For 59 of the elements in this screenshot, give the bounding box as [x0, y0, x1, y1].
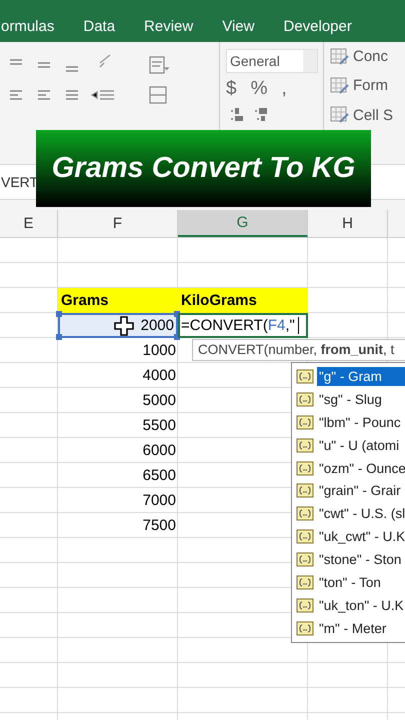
selection-handle[interactable] — [56, 334, 62, 340]
function-tooltip: CONVERT(number, from_unit, t — [192, 339, 405, 361]
ribbon-tab[interactable]: View — [222, 18, 254, 34]
selection-handle[interactable] — [56, 311, 62, 317]
autocomplete-item[interactable]: "uk_ton" - U.K — [292, 594, 405, 617]
column-header[interactable]: G — [178, 210, 308, 237]
table-cell-text: 7000 — [142, 492, 177, 509]
styles-button[interactable]: Conc — [353, 48, 388, 66]
autocomplete-item[interactable]: "lbm" - Pounc — [292, 410, 405, 434]
number-format-button[interactable]: , — [281, 78, 287, 100]
constant-icon — [296, 483, 314, 498]
constant-icon — [296, 506, 314, 522]
constant-icon — [296, 574, 314, 590]
column-header[interactable]: H — [308, 210, 388, 237]
selected-cell[interactable]: 2000 — [58, 313, 178, 338]
autocomplete-item[interactable]: "sg" - Slug — [292, 388, 405, 411]
autocomplete-item[interactable]: "stone" - Ston — [292, 548, 405, 572]
autocomplete-item[interactable]: "uk_cwt" - U.K — [292, 525, 405, 548]
autocomplete-item[interactable]: "m" - Meter — [292, 616, 405, 640]
table-style-icon — [330, 106, 350, 124]
table-cell-text: 6000 — [142, 442, 177, 459]
table-cell-text: 2000 — [140, 317, 175, 334]
autocomplete-item[interactable]: "ozm" - Ounce — [292, 456, 405, 480]
table-cell: Grams — [58, 288, 178, 313]
constant-icon — [296, 438, 314, 453]
autocomplete-item[interactable]: "ton" - Ton — [292, 571, 405, 594]
number-format-dropdown[interactable]: General — [226, 48, 318, 73]
table-cell-text: 5500 — [142, 417, 177, 434]
constant-icon — [296, 392, 314, 407]
ribbon-tab[interactable]: ormulas — [1, 18, 54, 34]
table-cell-text: 5000 — [142, 392, 177, 409]
ribbon-tab[interactable]: Data — [83, 18, 116, 34]
autocomplete-item[interactable]: "cwt" - U.S. (sl — [292, 502, 405, 526]
ribbon-tab[interactable]: Review — [144, 18, 194, 34]
table-style-icon — [330, 48, 350, 66]
number-format-button[interactable]: % — [250, 78, 268, 100]
constant-icon — [296, 460, 314, 476]
table-cell-text: 4000 — [142, 367, 177, 384]
cursor-icon — [114, 316, 134, 336]
title-banner-overlay: Grams Convert To KG — [36, 130, 371, 207]
table-cell-text: 6500 — [142, 467, 177, 484]
table-cell-text: 1000 — [142, 342, 177, 359]
autocomplete-item[interactable]: "grain" - Grair — [292, 479, 405, 502]
constant-icon — [296, 620, 314, 636]
table-cell-text: 7500 — [142, 517, 177, 534]
table-cell: KiloGrams — [178, 288, 308, 313]
constant-icon — [296, 598, 314, 613]
column-header[interactable]: E — [0, 210, 58, 237]
number-format-button[interactable]: $ — [226, 78, 237, 100]
table-style-icon — [330, 76, 350, 95]
constant-icon — [296, 529, 314, 544]
constant-icon — [296, 368, 314, 384]
autocomplete-item[interactable]: "u" - U (atomi — [292, 434, 405, 457]
styles-button[interactable]: Form — [353, 77, 388, 94]
constant-icon — [296, 552, 314, 568]
constant-icon — [296, 414, 314, 430]
ribbon-tab[interactable]: Developer — [283, 18, 352, 34]
cell-editor[interactable]: =CONVERT(F4," — [178, 313, 308, 338]
styles-button[interactable]: Cell S — [353, 106, 394, 124]
